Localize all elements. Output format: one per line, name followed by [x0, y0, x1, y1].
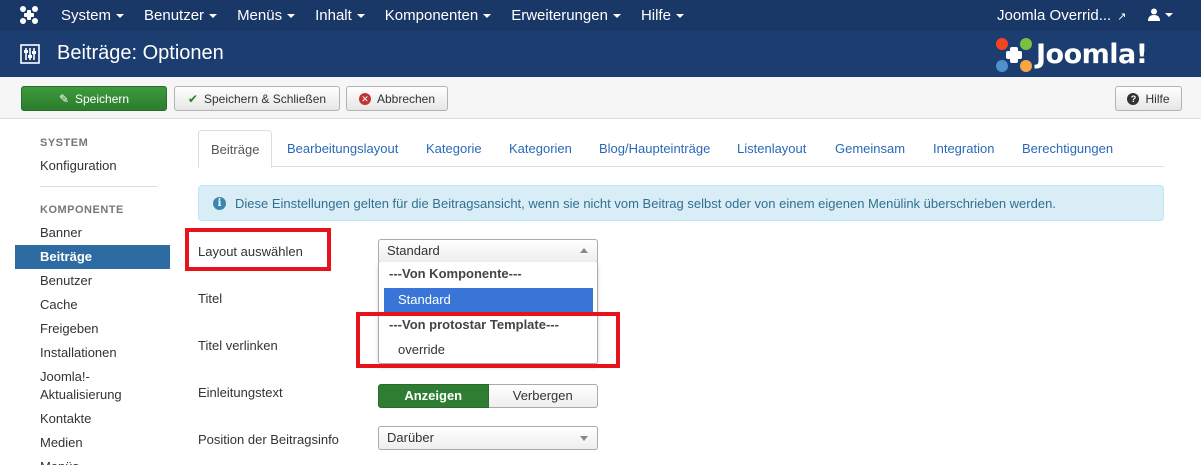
tab-category[interactable]: Kategorie [414, 130, 494, 167]
title-link-label: Titel verlinken [198, 338, 278, 353]
save-close-button[interactable]: ✔ Speichern & Schließen [174, 86, 340, 111]
joomla-brand: Joomla! [994, 36, 1180, 74]
sidebar-section-system: SYSTEM [40, 137, 89, 149]
sidebar-item-joomla-update[interactable]: Joomla!- Aktualisierung [15, 365, 170, 405]
joomla-logo-icon[interactable] [19, 5, 39, 25]
menu-system[interactable]: System [61, 7, 125, 24]
caret-down-icon [612, 14, 621, 19]
sidebar-item-installations[interactable]: Installationen [15, 341, 170, 365]
caret-down-icon [356, 14, 365, 19]
brand-text: Joomla! [1036, 39, 1148, 70]
sidebar-section-component: KOMPONENTE [40, 204, 124, 216]
tab-articles[interactable]: Beiträge [198, 130, 273, 168]
tab-list-layout[interactable]: Listenlayout [725, 130, 818, 167]
info-icon: i [213, 196, 226, 210]
sidebar-item-banner[interactable]: Banner [15, 221, 170, 245]
layout-select[interactable]: Standard [378, 239, 598, 263]
menu-components[interactable]: Komponenten [385, 7, 492, 24]
sidebar-item-checkin[interactable]: Freigeben [15, 317, 170, 341]
intro-label: Einleitungstext [198, 385, 283, 400]
sidebar-item-configuration[interactable]: Konfiguration [15, 154, 170, 178]
menu-extensions[interactable]: Erweiterungen [511, 7, 621, 24]
intro-hide-button[interactable]: Verbergen [488, 384, 598, 408]
title-label: Titel [198, 291, 223, 306]
tab-shared[interactable]: Gemeinsam [823, 130, 917, 167]
intro-toggle: Anzeigen Verbergen [378, 384, 598, 408]
sidebar-item-users[interactable]: Benutzer [15, 269, 170, 293]
sidebar-item-menus[interactable]: Menüs [15, 455, 170, 465]
tab-integration[interactable]: Integration [921, 130, 1006, 167]
tab-editing-layout[interactable]: Bearbeitungslayout [275, 130, 410, 167]
menu-content[interactable]: Inhalt [315, 7, 365, 24]
cancel-button[interactable]: ✕ Abbrechen [346, 86, 448, 111]
info-alert: i Diese Einstellungen gelten für die Bei… [198, 185, 1164, 221]
site-link[interactable]: Joomla Overrid... ↗ [997, 7, 1126, 24]
caret-down-icon [675, 14, 684, 19]
page-title: Beiträge: Optionen [57, 42, 224, 64]
highlight-box-layout-label [185, 228, 331, 271]
caret-down-icon [287, 14, 296, 19]
caret-down-icon [483, 14, 492, 19]
alert-text: Diese Einstellungen gelten für die Beitr… [235, 195, 1056, 211]
save-button[interactable]: ✎ Speichern [21, 86, 167, 111]
toolbar: ✎ Speichern ✔ Speichern & Schließen ✕ Abbre… [0, 77, 1201, 119]
tab-blog-featured[interactable]: Blog/Haupteinträge [587, 130, 722, 167]
highlight-box-override-option [356, 312, 620, 368]
sidebar-item-cache[interactable]: Cache [15, 293, 170, 317]
page-header: Beiträge: Optionen Joomla! [0, 31, 1201, 77]
top-navbar: System Benutzer Menüs Inhalt Komponenten… [0, 0, 1201, 31]
cancel-icon: ✕ [358, 92, 371, 105]
dropdown-group-component: ---Von Komponente--- [389, 266, 522, 281]
edit-icon: ✎ [58, 91, 69, 106]
info-position-select[interactable]: Darüber [378, 426, 598, 450]
sidebar-item-label: Joomla!- [40, 369, 90, 384]
tab-permissions[interactable]: Berechtigungen [1010, 130, 1125, 167]
sidebar-item-articles[interactable]: Beiträge [15, 245, 170, 269]
menu-help[interactable]: Hilfe [641, 7, 684, 24]
checkmark-icon: ✔ [187, 91, 198, 106]
dropdown-option-standard[interactable]: Standard [384, 288, 593, 312]
sidebar-divider [40, 186, 157, 187]
sidebar: SYSTEM Konfiguration KOMPONENTE Banner B… [0, 119, 175, 465]
help-button[interactable]: ? Hilfe [1115, 86, 1182, 111]
menu-users[interactable]: Benutzer [144, 7, 218, 24]
tab-categories[interactable]: Kategorien [497, 130, 584, 167]
user-menu[interactable] [1148, 6, 1173, 22]
chevron-down-icon [580, 436, 588, 441]
question-icon: ? [1127, 92, 1140, 105]
info-position-label: Position der Beitragsinfo [198, 432, 339, 447]
chevron-up-icon [580, 248, 588, 253]
intro-show-button[interactable]: Anzeigen [378, 384, 489, 408]
sidebar-item-label: Aktualisierung [40, 387, 122, 402]
user-icon [1148, 8, 1160, 21]
joomla-brand-logo-icon [996, 38, 1032, 72]
main-menu: System Benutzer Menüs Inhalt Komponenten… [61, 0, 704, 31]
options-tabs: Beiträge Bearbeitungslayout Kategorie Ka… [198, 130, 1164, 168]
external-link-icon: ↗ [1117, 11, 1127, 23]
caret-down-icon [1165, 13, 1173, 18]
caret-down-icon [209, 14, 218, 19]
caret-down-icon [116, 14, 125, 19]
options-icon [20, 44, 40, 64]
menu-menus[interactable]: Menüs [237, 7, 296, 24]
sidebar-item-contacts[interactable]: Kontakte [15, 407, 170, 431]
sidebar-item-media[interactable]: Medien [15, 431, 170, 455]
